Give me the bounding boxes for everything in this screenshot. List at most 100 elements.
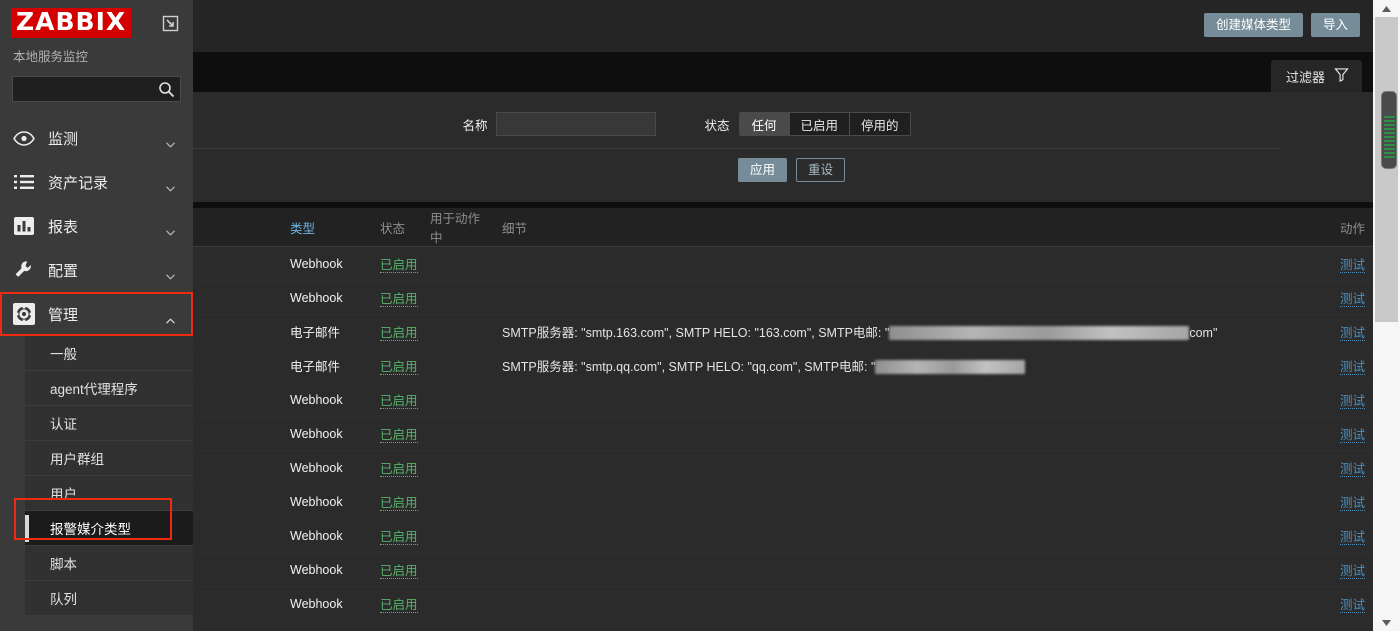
filter-name-input[interactable]	[496, 112, 656, 136]
table-row: Webhook已启用测试	[0, 383, 1373, 417]
cell-used-in-actions	[422, 621, 494, 631]
cell-action: 测试	[1234, 383, 1373, 417]
status-badge[interactable]: 已启用	[380, 360, 418, 375]
status-badge[interactable]: 已启用	[380, 258, 418, 273]
cell-status: 已启用	[372, 349, 422, 383]
filter-status-label: 状态	[704, 115, 729, 134]
cell-action: 测试	[1234, 247, 1373, 281]
status-badge[interactable]: 已启用	[380, 394, 418, 409]
sidebar-item-administration[interactable]: 管理	[0, 292, 193, 336]
sidebar-subitem-5[interactable]: 报警媒介类型	[25, 511, 193, 546]
cell-used-in-actions	[422, 383, 494, 417]
sidebar-subitem-7[interactable]: 队列	[25, 581, 193, 616]
cell-used-in-actions	[422, 451, 494, 485]
header-actions: 创建媒体类型 导入	[1204, 13, 1360, 37]
filter-status-disabled[interactable]: 停用的	[850, 113, 910, 135]
sidebar-subitem-label: 一般	[50, 343, 77, 363]
cell-type: Webhook	[282, 417, 372, 451]
status-badge[interactable]: 已启用	[380, 496, 418, 511]
sidebar-subitem-2[interactable]: 认证	[25, 406, 193, 441]
scroll-up-arrow-icon[interactable]	[1373, 0, 1400, 17]
cell-type: Webhook	[282, 451, 372, 485]
col-header-status[interactable]: 状态	[372, 208, 422, 247]
zabbix-logo[interactable]: ZABBIX	[11, 8, 131, 38]
sidebar-subitem-4[interactable]: 用户	[25, 476, 193, 511]
filter-status-radioset: 任何 已启用 停用的	[739, 112, 911, 136]
table-row: Webhook已启用测试	[0, 621, 1373, 631]
test-link[interactable]: 测试	[1340, 462, 1365, 477]
cell-status: 已启用	[372, 553, 422, 587]
status-badge[interactable]: 已启用	[380, 462, 418, 477]
import-button[interactable]: 导入	[1311, 13, 1360, 37]
cell-details: SMTP服务器: "smtp.163.com", SMTP HELO: "163…	[494, 315, 1234, 349]
sidebar-item-inventory[interactable]: 资产记录	[0, 160, 193, 204]
table-row: Webhook 已启用 测试	[0, 417, 1373, 451]
status-badge[interactable]: 已启用	[380, 530, 418, 545]
status-badge[interactable]: 已启用	[380, 564, 418, 579]
cell-used-in-actions	[422, 315, 494, 349]
test-link[interactable]: 测试	[1340, 258, 1365, 273]
sidebar-label-administration: 管理	[48, 304, 78, 325]
test-link[interactable]: 测试	[1340, 394, 1365, 409]
cell-action: 测试	[1234, 587, 1373, 621]
chevron-up-icon	[166, 311, 175, 317]
sidebar-subitem-6[interactable]: 脚本	[25, 546, 193, 581]
scrollbar-thumb[interactable]	[1381, 91, 1397, 169]
test-link[interactable]: 测试	[1340, 598, 1365, 613]
sidebar-item-monitoring[interactable]: 监测	[0, 116, 193, 160]
create-media-type-button[interactable]: 创建媒体类型	[1204, 13, 1303, 37]
test-link[interactable]: 测试	[1340, 564, 1365, 579]
cell-details	[494, 519, 1234, 553]
filter-status-enabled[interactable]: 已启用	[790, 113, 851, 135]
cell-type: Webhook	[282, 553, 372, 587]
cell-action: 测试	[1234, 451, 1373, 485]
status-badge[interactable]: 已启用	[380, 428, 418, 443]
test-link[interactable]: 测试	[1340, 326, 1365, 341]
cell-used-in-actions	[422, 281, 494, 315]
status-badge[interactable]: 已启用	[380, 326, 418, 341]
filter-status-any[interactable]: 任何	[740, 113, 790, 135]
search-input[interactable]	[13, 77, 180, 101]
scroll-down-arrow-icon[interactable]	[1373, 614, 1400, 631]
test-link[interactable]: 测试	[1340, 496, 1365, 511]
col-header-used-in-actions: 用于动作中	[422, 208, 494, 247]
cell-type: Webhook	[282, 519, 372, 553]
sidebar-item-configuration[interactable]: 配置	[0, 248, 193, 292]
col-header-type[interactable]: 类型	[282, 208, 372, 247]
test-link[interactable]: 测试	[1340, 292, 1365, 307]
sidebar-logo-row: ZABBIX	[0, 0, 193, 40]
sidebar-item-reports[interactable]: 报表	[0, 204, 193, 248]
cell-status: 已启用	[372, 587, 422, 621]
cell-status: 已启用	[372, 519, 422, 553]
sidebar-subitem-1[interactable]: agent代理程序	[25, 371, 193, 406]
cell-details: SMTP服务器: "smtp.qq.com", SMTP HELO: "qq.c…	[494, 349, 1234, 383]
cell-type: Webhook	[282, 485, 372, 519]
search-icon[interactable]	[158, 81, 175, 98]
sidebar-subitem-label: 脚本	[50, 553, 77, 573]
table-row: Webhook 已启用 测试	[0, 451, 1373, 485]
sidebar-subitem-3[interactable]: 用户群组	[25, 441, 193, 476]
browser-vertical-scrollbar[interactable]	[1373, 0, 1400, 631]
filter-reset-button[interactable]: 重设	[796, 158, 845, 182]
status-badge[interactable]: 已启用	[380, 292, 418, 307]
cell-action: 测试	[1234, 553, 1373, 587]
test-link[interactable]: 测试	[1340, 360, 1365, 375]
sidebar-submenu-administration: 一般 agent代理程序认证用户群组用户报警媒介类型脚本队列	[25, 336, 193, 616]
details-suffix: com"	[1189, 326, 1217, 340]
test-link[interactable]: 测试	[1340, 530, 1365, 545]
collapse-sidebar-icon[interactable]	[161, 14, 180, 33]
status-badge[interactable]: 已启用	[380, 598, 418, 613]
test-link[interactable]: 测试	[1340, 428, 1365, 443]
filter-tab-strip: 过滤器	[0, 52, 1373, 92]
cell-action: 测试	[1234, 315, 1373, 349]
filter-tab[interactable]: 过滤器	[1271, 60, 1362, 92]
scrollbar-track[interactable]	[1375, 17, 1398, 322]
cell-used-in-actions	[422, 247, 494, 281]
filter-panel: 名称 状态 任何 已启用 停用的 应用 重设	[0, 92, 1373, 202]
sidebar-subitem-0[interactable]: 一般	[25, 336, 193, 371]
cell-status: 已启用	[372, 451, 422, 485]
sidebar-subitem-label: 报警媒介类型	[50, 518, 131, 538]
table-row: Webhook 已启用 测试	[0, 519, 1373, 553]
wrench-icon	[13, 259, 35, 281]
filter-apply-button[interactable]: 应用	[738, 158, 787, 182]
